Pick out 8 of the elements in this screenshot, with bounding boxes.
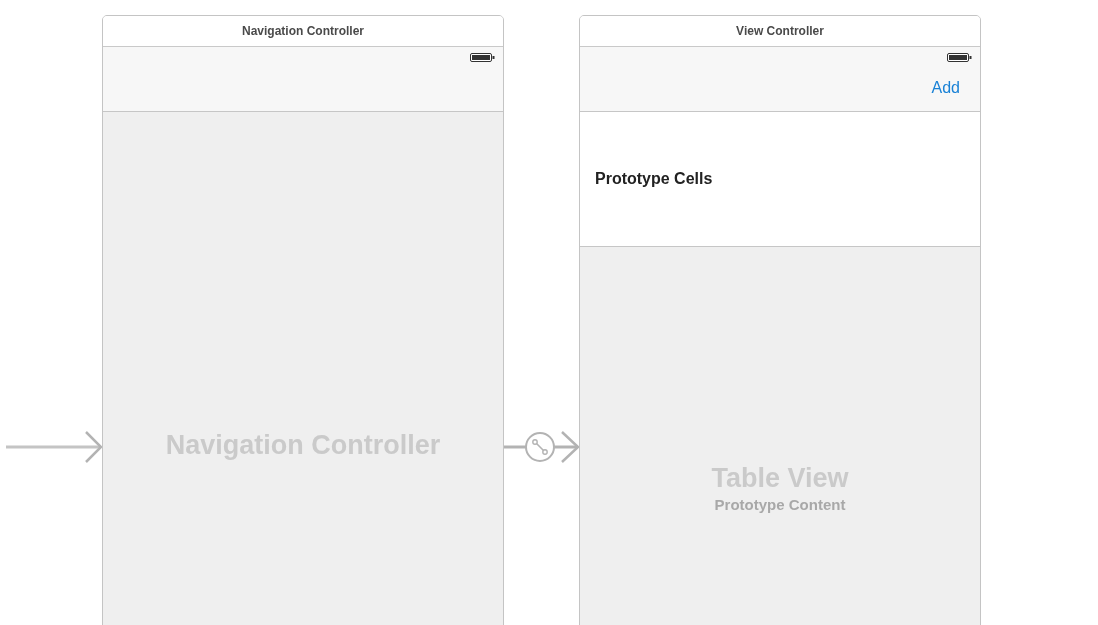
scene-title: View Controller	[736, 24, 824, 38]
section-title: Prototype Cells	[595, 170, 713, 188]
scene-title: Navigation Controller	[242, 24, 364, 38]
add-button[interactable]: Add	[931, 79, 960, 97]
placeholder-sublabel: Prototype Content	[714, 496, 846, 513]
battery-icon	[947, 53, 972, 62]
segue-arrow[interactable]	[504, 429, 580, 465]
battery-icon	[470, 53, 495, 62]
